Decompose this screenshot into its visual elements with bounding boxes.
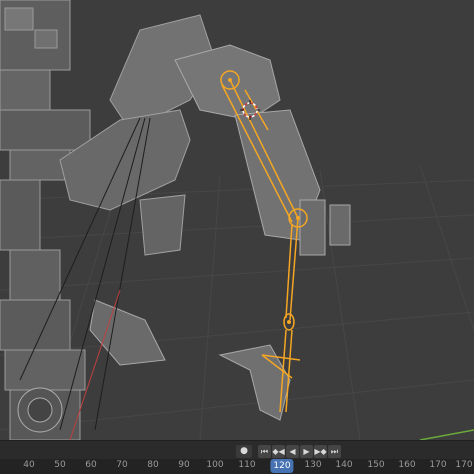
play-reverse-icon[interactable]: ◀ — [286, 444, 299, 458]
play-icon[interactable]: ▶ — [300, 444, 313, 458]
viewport-scene — [0, 0, 474, 440]
dot-icon[interactable]: ● — [236, 444, 252, 458]
next-keyframe-icon[interactable]: ▶◆ — [314, 444, 327, 458]
prev-keyframe-icon[interactable]: ◆◀ — [272, 444, 285, 458]
frame-tick: 150 — [367, 460, 385, 470]
frame-tick: 110 — [238, 460, 256, 470]
current-frame-indicator[interactable]: 120 — [270, 459, 294, 473]
transport-controls: ● ⏮ ◆◀ ◀ ▶ ▶◆ ⏭ — [236, 443, 341, 459]
frame-tick: 100 — [206, 460, 224, 470]
frame-tick: 160 — [398, 460, 416, 470]
frame-tick: 140 — [335, 460, 353, 470]
frame-tick: 40 — [23, 460, 35, 470]
y-axis-line — [419, 429, 474, 440]
skip-forward-icon[interactable]: ⏭ — [328, 444, 341, 458]
frame-tick: 90 — [178, 460, 190, 470]
robot-torso-mesh[interactable] — [0, 0, 91, 440]
frame-ruler[interactable]: 40 50 60 70 80 90 100 110 130 140 150 16… — [0, 459, 474, 474]
frame-tick: 50 — [54, 460, 66, 470]
frame-tick: 70 — [116, 460, 128, 470]
frame-tick: 80 — [147, 460, 159, 470]
frame-tick: 170 — [455, 460, 473, 470]
frame-tick: 170 — [429, 460, 447, 470]
frame-tick: 130 — [304, 460, 322, 470]
timeline-editor: ● ⏮ ◆◀ ◀ ▶ ▶◆ ⏭ 40 50 60 70 80 90 100 11… — [0, 440, 474, 474]
3d-viewport[interactable] — [0, 0, 474, 440]
skip-back-icon[interactable]: ⏮ — [258, 444, 271, 458]
blender-window: ● ⏮ ◆◀ ◀ ▶ ▶◆ ⏭ 40 50 60 70 80 90 100 11… — [0, 0, 474, 474]
frame-tick: 60 — [85, 460, 97, 470]
